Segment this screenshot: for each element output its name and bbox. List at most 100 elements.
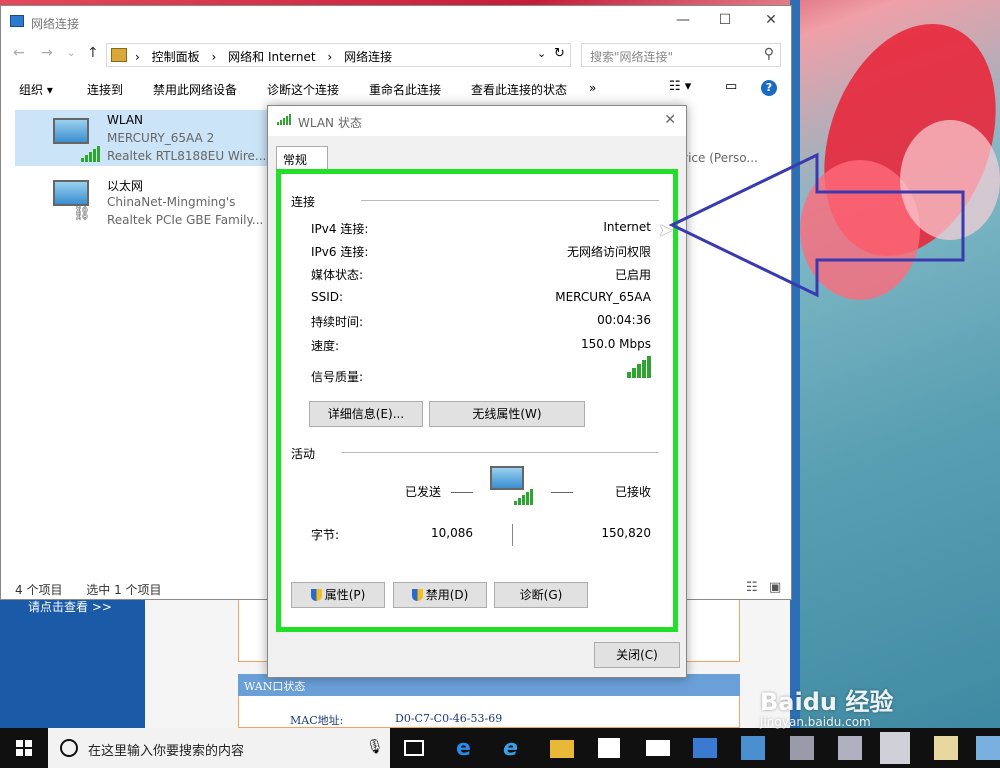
watermark-url: jingyan.baidu.com [760,715,871,729]
search-input[interactable]: 搜索"网络连接" ⚲ [581,43,781,67]
search-icon[interactable]: ⚲ [764,46,774,62]
arrow-outline [668,152,965,298]
maximize-button[interactable]: ☐ [715,12,735,30]
speed-label: 速度: [311,339,340,353]
general-tab-panel: 连接 IPv4 连接: Internet IPv6 连接: 无网络访问权限 媒体… [276,169,678,632]
change-view-icon[interactable]: ☷ ▾ [669,79,691,94]
list-item-wlan[interactable]: WLAN MERCURY_65AA 2 Realtek RTL8188EU Wi… [15,110,267,166]
control-panel-taskbar-icon[interactable] [880,732,910,764]
connect-to-button[interactable]: 连接到 [87,81,123,98]
background-webpage-sidebar: 请点击查看 >> [0,598,145,728]
disable-device-button[interactable]: 禁用此网络设备 [153,81,237,98]
dialog-close-icon[interactable]: ✕ [664,112,676,128]
command-bar: 组织 ▾ 连接到 禁用此网络设备 诊断这个连接 重命名此连接 查看此连接的状态 … [1,76,791,102]
more-commands-button[interactable]: » [589,81,596,95]
breadcrumb-network-connections[interactable]: 网络连接 [344,50,392,64]
uac-shield-icon [310,589,322,601]
breadcrumb-sep: › [211,50,217,64]
mouse-cursor-icon: ➤ [658,220,674,241]
disable-label: 禁用(D) [425,588,469,602]
access-icon[interactable] [741,736,765,760]
breadcrumb-sep: › [327,50,333,64]
properties-label: 属性(P) [324,588,366,602]
breadcrumb-control-panel[interactable]: 控制面板 [152,50,200,64]
signal-bar [637,364,641,378]
diagnose-connection-button[interactable]: 诊断这个连接 [267,81,339,98]
cortana-icon [60,739,78,757]
list-item-ethernet[interactable]: ⛓ 以太网 ChinaNet-Mingming's Realtek PCIe G… [15,172,267,228]
control-panel-icon [111,48,127,62]
file-explorer-icon[interactable] [550,740,574,758]
baidu-watermark: Baidu 经验 jingyan.baidu.com [760,682,893,729]
preview-pane-icon[interactable]: ▭ [725,79,737,94]
signal-quality-bars [627,356,651,378]
received-line [551,492,573,493]
minimize-button[interactable]: — [673,12,693,30]
back-arrow-icon[interactable]: ← [13,45,25,61]
dialog-title-bar: WLAN 状态 ✕ [268,106,686,136]
properties-button[interactable]: 属性(P) [291,582,385,608]
view-status-button[interactable]: 查看此连接的状态 [471,81,567,98]
section-divider [341,452,659,453]
wlan-status-dialog: WLAN 状态 ✕ 常规 连接 IPv4 连接: Internet IPv6 连… [267,105,687,678]
up-arrow-icon[interactable]: ↑ [87,45,99,61]
signal-bar [627,372,631,378]
diagnose-button[interactable]: 诊断(G) [494,582,588,608]
task-view-icon[interactable] [404,740,424,756]
organize-menu[interactable]: 组织 ▾ [19,81,53,98]
tab-general[interactable]: 常规 [276,146,328,170]
forward-arrow-icon[interactable]: → [41,45,53,61]
chevron-down-icon[interactable]: ⌄ [537,47,546,60]
details-view-icon[interactable]: ☷ [746,580,758,595]
breadcrumb-sep: › [135,50,140,64]
item-count: 4 个项目 [15,583,63,597]
refresh-icon[interactable]: ↻ [554,46,565,61]
taskbar-search-placeholder: 在这里输入你要搜索的内容 [88,744,245,759]
help-icon[interactable]: ? [761,80,777,96]
store-icon[interactable] [598,738,620,758]
app-icon[interactable] [934,736,958,760]
app-icon[interactable] [976,736,1000,760]
title-bar: 网络连接 — ☐ ✕ [1,6,791,36]
ie-browser-icon[interactable]: e [503,736,527,761]
windows-logo-icon [16,740,32,756]
close-dialog-button[interactable]: 关闭(C) [594,642,680,668]
disable-button[interactable]: 禁用(D) [393,582,487,608]
rename-connection-button[interactable]: 重命名此连接 [369,81,441,98]
large-icons-view-icon[interactable]: ▣ [769,580,781,595]
activity-section-title: 活动 [291,447,316,461]
speed-value: 150.0 Mbps [580,337,651,351]
app-icon[interactable] [790,736,814,760]
edge-browser-icon[interactable]: e [456,736,480,761]
microphone-icon[interactable]: 🎙 [366,739,384,755]
breadcrumb: › 控制面板 › 网络和 Internet › 网络连接 [135,48,400,65]
bytes-sent: 10,086 [431,526,473,540]
view-link[interactable]: 请点击查看 >> [28,598,112,615]
adapter-device: Realtek PCIe GBE Family... [107,213,264,227]
mail-icon[interactable] [646,740,670,756]
close-button[interactable]: ✕ [761,12,781,30]
breadcrumb-network-internet[interactable]: 网络和 Internet [228,50,315,64]
mac-value: D0-C7-C0-46-53-69 [395,712,503,725]
media-state-label: 媒体状态: [311,268,364,282]
signal-bar [647,356,651,378]
details-button[interactable]: 详细信息(E)... [309,401,423,427]
adapter-network: ChinaNet-Mingming's [107,195,236,209]
address-row: ← → ⌄ ↑ › 控制面板 › 网络和 Internet › 网络连接 ⌄ ↻… [1,39,791,69]
network-app-icon[interactable] [693,738,717,758]
window-title: 网络连接 [31,17,80,31]
taskbar-search-box[interactable]: 在这里输入你要搜索的内容 🎙 [48,728,390,768]
wifi-signal-icon [277,114,291,125]
adapter-name: 以太网 [107,179,144,193]
network-adapter-icon [53,180,89,206]
address-bar[interactable]: › 控制面板 › 网络和 Internet › 网络连接 ⌄ ↻ [106,43,571,67]
recent-chevron-icon[interactable]: ⌄ [67,48,75,59]
signal-bar [632,368,636,378]
paint-icon[interactable] [838,736,862,760]
wireless-properties-button[interactable]: 无线属性(W) [429,401,585,427]
ipv6-value: 无网络访问权限 [566,245,651,259]
dialog-title: WLAN 状态 [298,116,362,130]
status-bar: 4 个项目 选中 1 个项目 [15,581,182,598]
start-button[interactable] [0,728,48,768]
bytes-label: 字节: [311,528,340,542]
